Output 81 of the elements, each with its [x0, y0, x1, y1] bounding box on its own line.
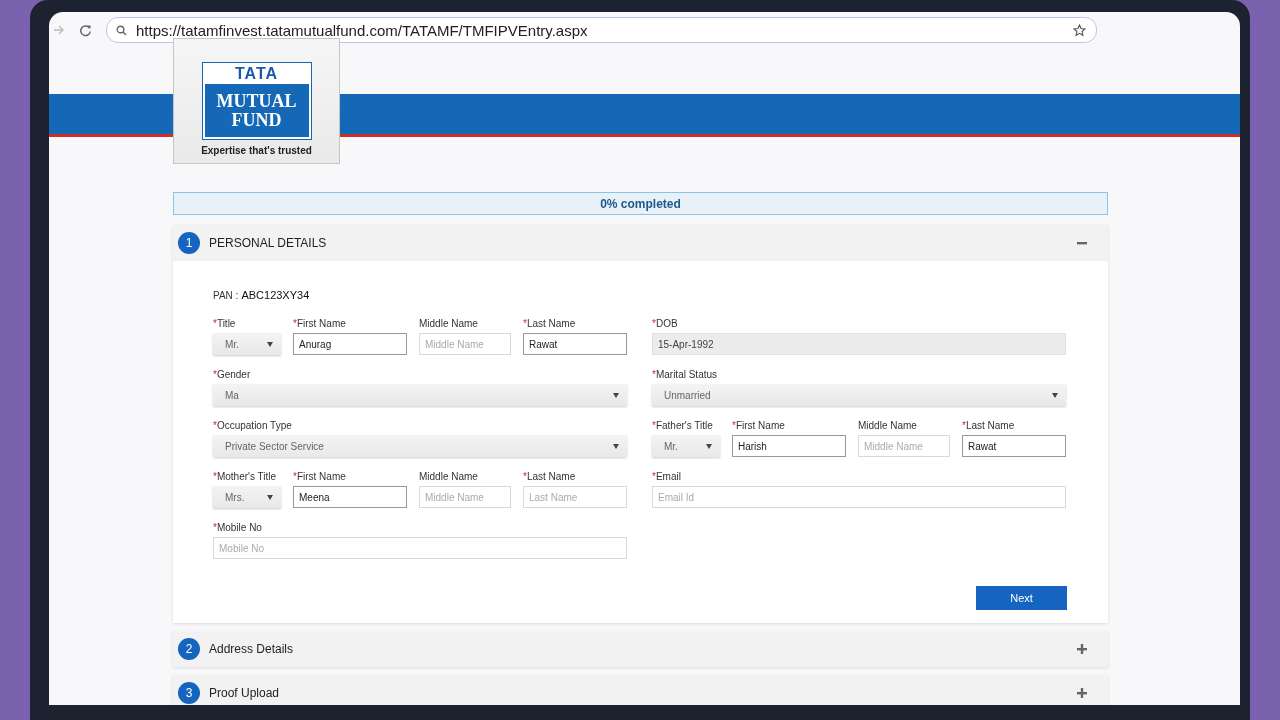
required-mark: *	[652, 420, 656, 431]
required-mark: *	[213, 420, 217, 431]
select-field[interactable]: Mr.	[652, 435, 720, 457]
input-field[interactable]: Meena	[293, 486, 407, 508]
required-mark: *	[523, 471, 527, 482]
required-mark: *	[213, 522, 217, 533]
select-field[interactable]: Private Sector Service	[213, 435, 627, 457]
reload-icon[interactable]	[79, 23, 92, 37]
select-field[interactable]: Ma	[213, 384, 627, 406]
logo-tagline: Expertise that's trusted	[201, 145, 312, 156]
select-field[interactable]: Unmarried	[652, 384, 1066, 406]
input-field[interactable]: Email Id	[652, 486, 1066, 508]
input-field[interactable]: Rawat	[962, 435, 1066, 457]
next-button[interactable]: Next	[976, 586, 1067, 610]
caret-icon	[706, 443, 712, 449]
required-mark: *	[523, 318, 527, 329]
field-label: Mother's Title	[216, 471, 277, 482]
field-label: Middle Name	[419, 471, 478, 482]
input-field[interactable]: Middle Name	[419, 486, 511, 508]
caret-icon	[613, 392, 619, 398]
plus-icon[interactable]	[1077, 644, 1087, 654]
field-label: Mobile No	[216, 522, 262, 533]
url-text: https://tatamfinvest.tatamutualfund.com/TATAMF/TMFIPVEntry.aspx	[136, 21, 588, 39]
required-mark: *	[962, 420, 966, 431]
caret-icon	[267, 341, 273, 347]
field-label: Last Name	[526, 471, 576, 482]
search-icon	[116, 24, 127, 36]
select-field[interactable]: Mr.	[213, 333, 281, 355]
required-mark: *	[213, 318, 217, 329]
address-bar[interactable]: https://tatamfinvest.tatamutualfund.com/TATAMF/TMFIPVEntry.aspx	[106, 17, 1097, 43]
step-number: 1	[178, 232, 200, 254]
section-title: Proof Upload	[209, 686, 280, 700]
required-mark: *	[652, 471, 656, 482]
required-mark: *	[213, 471, 217, 482]
input-field[interactable]: Middle Name	[419, 333, 511, 355]
caret-icon	[267, 494, 273, 500]
field-label: Email	[655, 471, 681, 482]
field-label: Middle Name	[419, 318, 478, 329]
progress-label: 0% completed	[600, 196, 681, 211]
section-header[interactable]: 1 PERSONAL DETAILS	[173, 225, 1108, 261]
required-mark: *	[732, 420, 736, 431]
step-number: 3	[178, 682, 200, 704]
star-icon[interactable]	[1073, 23, 1086, 37]
logo-text: FUND	[231, 110, 282, 130]
section-title: Address Details	[209, 642, 294, 656]
input-field[interactable]: Mobile No	[213, 537, 627, 559]
field-label: Occupation Type	[216, 420, 292, 431]
field-label: First Name	[735, 420, 785, 431]
caret-icon	[1052, 392, 1058, 398]
field-label: Gender	[216, 369, 251, 380]
field-label: Last Name	[526, 318, 576, 329]
field-label: DOB	[655, 318, 678, 329]
step-number: 2	[178, 638, 200, 660]
required-mark: *	[652, 318, 656, 329]
required-mark: *	[213, 369, 217, 380]
input-field[interactable]: Anurag	[293, 333, 407, 355]
select-field[interactable]: Mrs.	[213, 486, 281, 508]
caret-icon	[613, 443, 619, 449]
input-field[interactable]: Middle Name	[858, 435, 950, 457]
logo-text: MUTUAL	[216, 91, 297, 111]
required-mark: *	[293, 471, 297, 482]
date-field[interactable]: 15-Apr-1992	[652, 333, 1066, 355]
field-label: Middle Name	[858, 420, 917, 431]
pan-label: PAN :	[213, 290, 239, 301]
pan-value: ABC123XY34	[241, 289, 310, 301]
plus-icon[interactable]	[1077, 688, 1087, 698]
required-mark: *	[293, 318, 297, 329]
field-label: Last Name	[965, 420, 1015, 431]
required-mark: *	[652, 369, 656, 380]
field-label: Marital Status	[655, 369, 718, 380]
section-header[interactable]: 3 Proof Upload	[173, 675, 1108, 705]
field-label: Father's Title	[655, 420, 713, 431]
input-field[interactable]: Harish	[732, 435, 846, 457]
input-field[interactable]: Last Name	[523, 486, 627, 508]
section-header[interactable]: 2 Address Details	[173, 631, 1108, 667]
field-label: First Name	[296, 318, 346, 329]
input-field[interactable]: Rawat	[523, 333, 627, 355]
field-label: First Name	[296, 471, 346, 482]
section-title: PERSONAL DETAILS	[209, 236, 327, 250]
logo-text: TATA	[234, 64, 279, 84]
field-label: Title	[216, 318, 236, 329]
